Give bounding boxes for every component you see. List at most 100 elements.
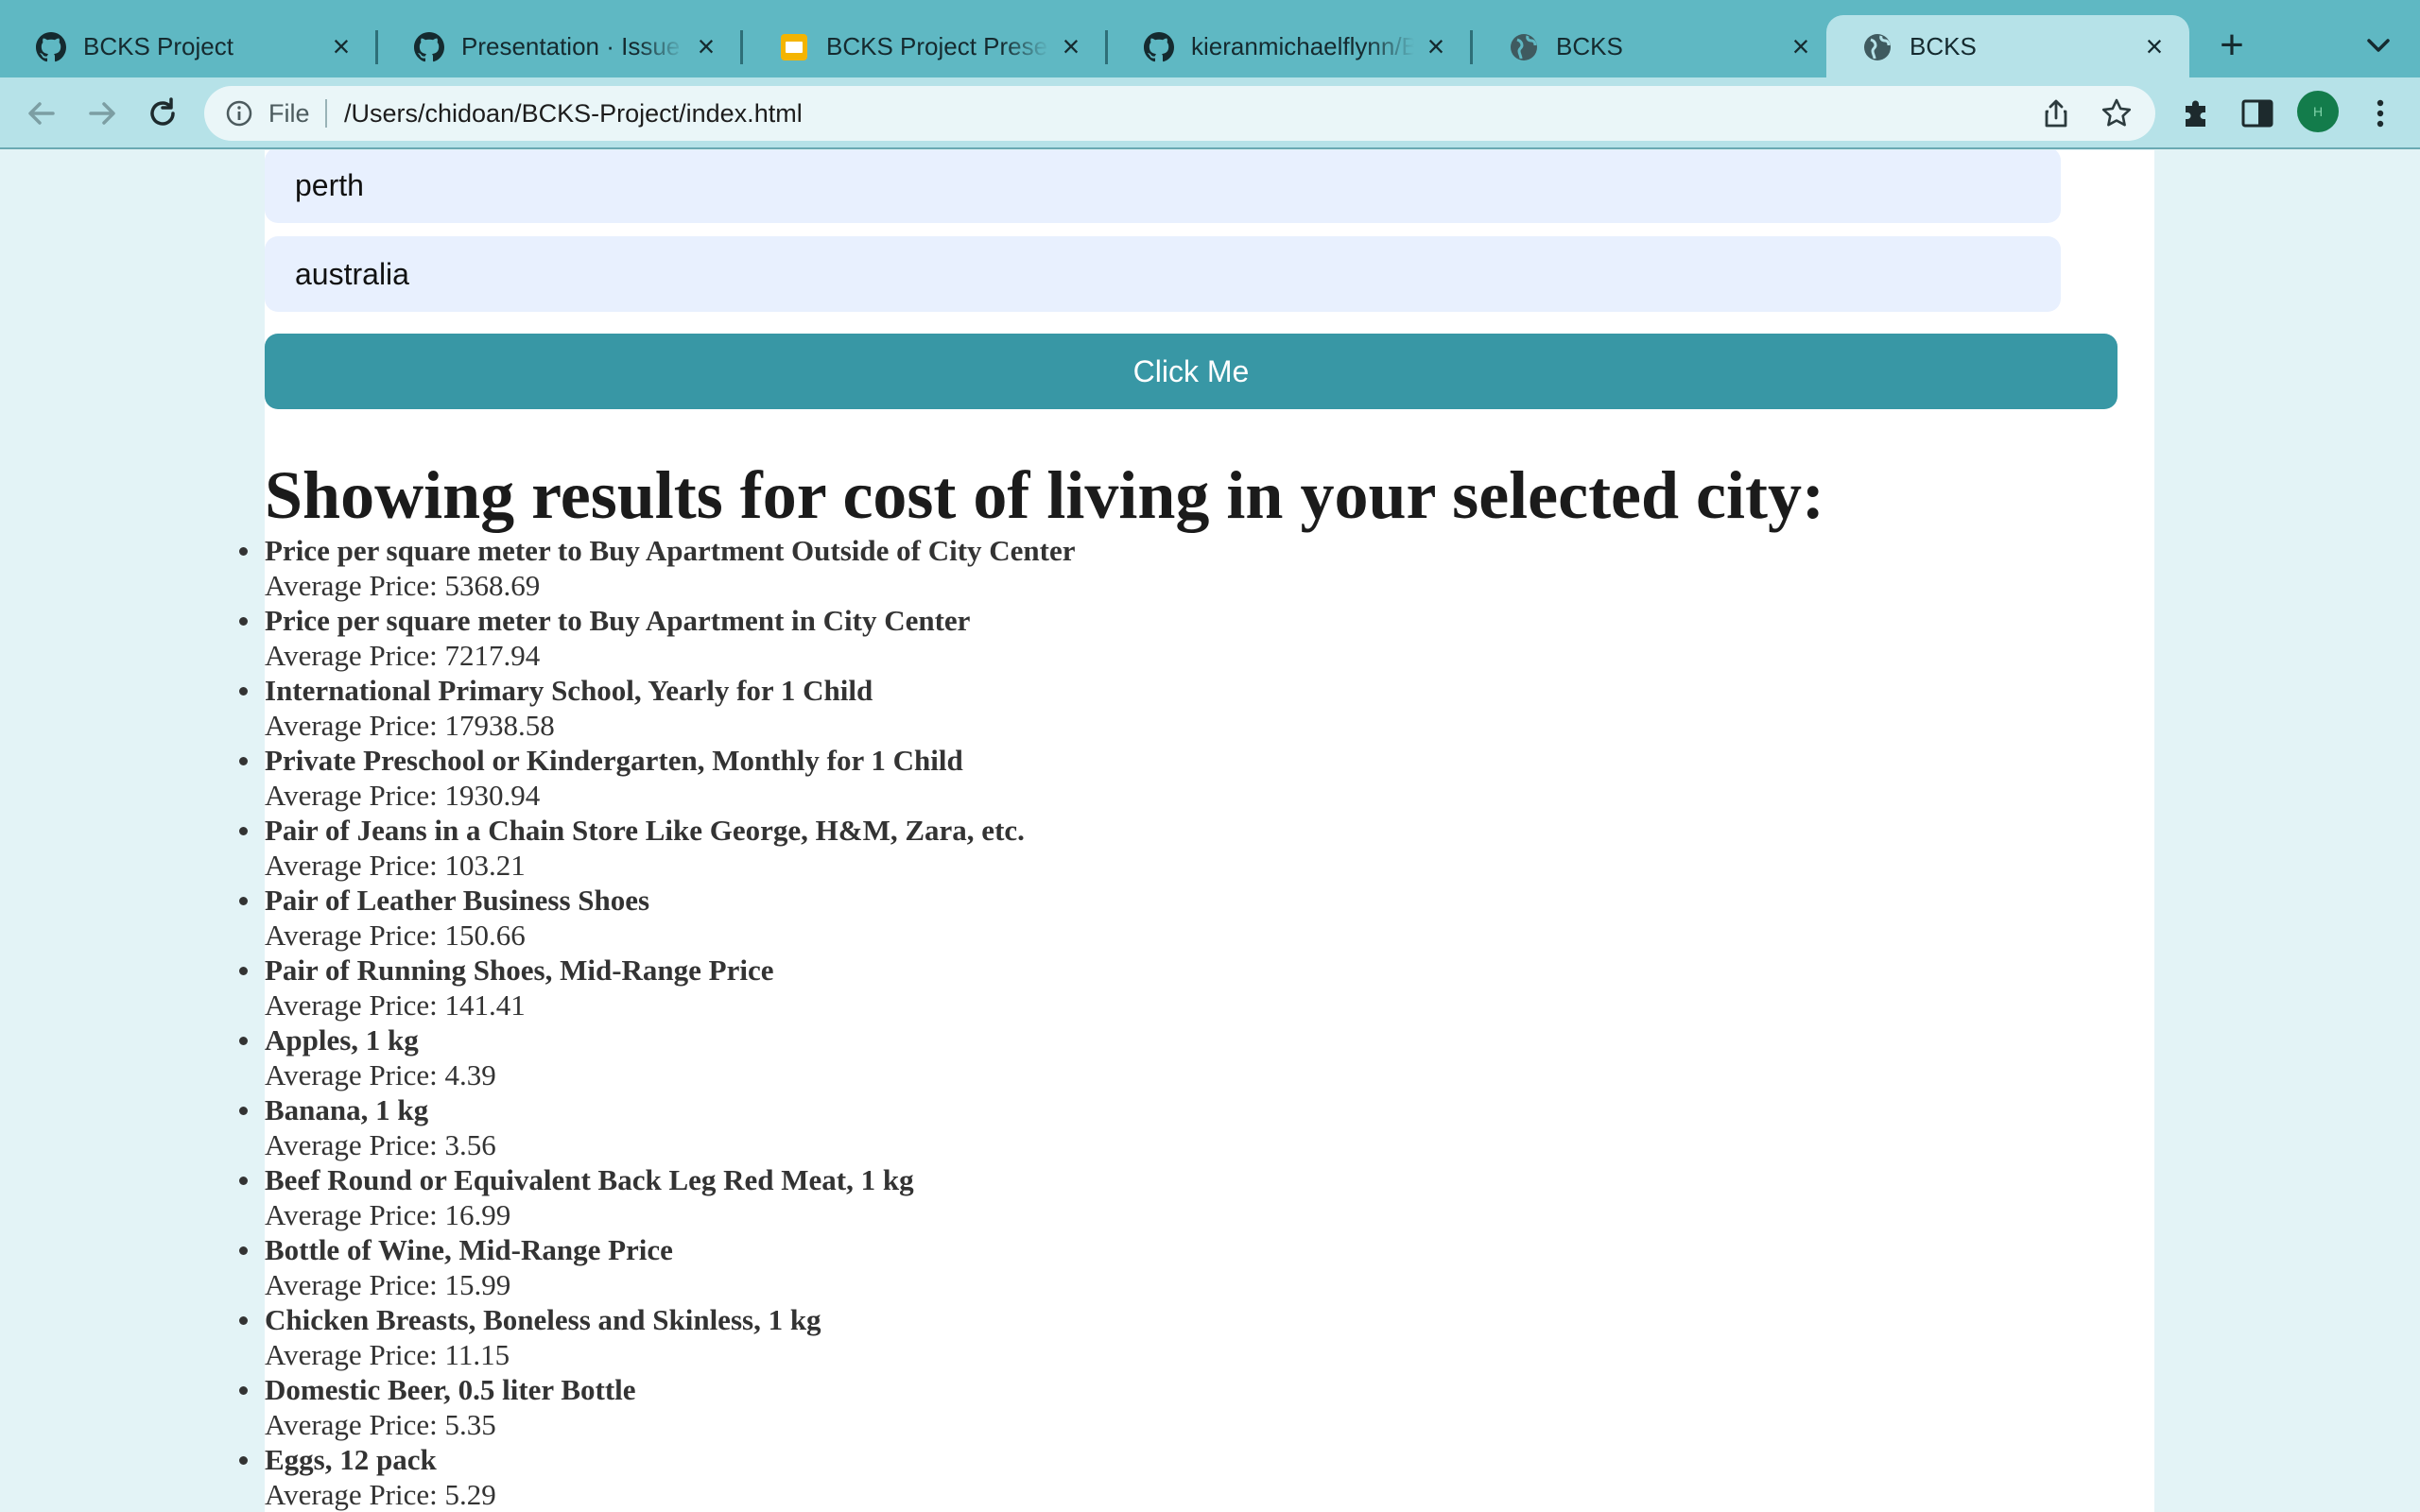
back-arrow-icon[interactable] bbox=[23, 94, 60, 132]
extensions-puzzle-icon[interactable] bbox=[2178, 94, 2216, 132]
tab-title: BCKS bbox=[1910, 32, 1977, 60]
item-price: Average Price: 11.15 bbox=[265, 1337, 1076, 1372]
close-icon[interactable]: × bbox=[1053, 28, 1089, 64]
tab-presentation-issue[interactable]: Presentation · Issue #3 × bbox=[378, 15, 743, 77]
country-input[interactable] bbox=[265, 236, 2061, 312]
new-tab-button[interactable]: + bbox=[2210, 25, 2254, 68]
close-icon[interactable]: × bbox=[688, 28, 724, 64]
reload-icon[interactable] bbox=[144, 94, 182, 132]
price-value: 150.66 bbox=[444, 919, 526, 952]
chevron-down-icon[interactable] bbox=[2360, 26, 2397, 64]
price-value: 16.99 bbox=[444, 1198, 511, 1231]
item-name: Banana, 1 kg bbox=[265, 1093, 429, 1126]
more-menu-icon[interactable] bbox=[2361, 94, 2399, 132]
address-divider bbox=[325, 99, 327, 128]
profile-avatar[interactable]: H bbox=[2297, 91, 2339, 132]
page-viewport: Click Me Showing results for cost of liv… bbox=[0, 150, 2420, 1512]
tab-bcks-project[interactable]: BCKS Project × bbox=[0, 15, 378, 77]
price-value: 103.21 bbox=[444, 849, 526, 882]
tab-title-fade bbox=[1002, 15, 1049, 77]
item-price: Average Price: 1930.94 bbox=[265, 778, 1076, 813]
price-prefix: Average Price: bbox=[265, 779, 438, 812]
close-icon[interactable]: × bbox=[323, 28, 359, 64]
bookmark-star-icon[interactable] bbox=[2100, 97, 2133, 129]
price-prefix: Average Price: bbox=[265, 569, 438, 602]
github-icon bbox=[1144, 32, 1174, 62]
address-scheme-label: File bbox=[268, 99, 310, 128]
item-name: Eggs, 12 pack bbox=[265, 1443, 437, 1476]
item-name: Bottle of Wine, Mid-Range Price bbox=[265, 1233, 673, 1266]
tab-kieranmichaelflynn[interactable]: kieranmichaelflynn/BC × bbox=[1108, 15, 1473, 77]
price-value: 7217.94 bbox=[444, 639, 541, 672]
item-name: Pair of Running Shoes, Mid-Range Price bbox=[265, 954, 774, 987]
item-price: Average Price: 4.39 bbox=[265, 1057, 1076, 1092]
result-item: Private Preschool or Kindergarten, Month… bbox=[239, 743, 1076, 813]
close-icon[interactable]: × bbox=[2136, 28, 2172, 64]
price-prefix: Average Price: bbox=[265, 1338, 438, 1371]
price-prefix: Average Price: bbox=[265, 849, 438, 882]
tab-title-fade bbox=[1367, 15, 1414, 77]
item-name: Pair of Leather Business Shoes bbox=[265, 884, 650, 917]
price-value: 3.56 bbox=[444, 1128, 496, 1161]
price-prefix: Average Price: bbox=[265, 1478, 438, 1511]
result-item: Beef Round or Equivalent Back Leg Red Me… bbox=[239, 1162, 1076, 1232]
price-prefix: Average Price: bbox=[265, 1198, 438, 1231]
result-item: Price per square meter to Buy Apartment … bbox=[239, 533, 1076, 603]
tab-strip: BCKS Project × Presentation · Issue #3 ×… bbox=[0, 0, 2420, 77]
item-price: Average Price: 3.56 bbox=[265, 1127, 1076, 1162]
item-name: Chicken Breasts, Boneless and Skinless, … bbox=[265, 1303, 821, 1336]
item-price: Average Price: 15.99 bbox=[265, 1267, 1076, 1302]
side-panel-icon[interactable] bbox=[2238, 94, 2276, 132]
item-price: Average Price: 141.41 bbox=[265, 988, 1076, 1022]
github-icon bbox=[414, 32, 444, 62]
github-icon bbox=[36, 32, 66, 62]
globe-icon bbox=[1511, 34, 1537, 60]
price-value: 17938.58 bbox=[444, 709, 555, 742]
price-value: 5368.69 bbox=[444, 569, 541, 602]
price-prefix: Average Price: bbox=[265, 1058, 438, 1091]
close-icon[interactable]: × bbox=[1418, 28, 1454, 64]
tab-bcks[interactable]: BCKS × bbox=[1473, 15, 1836, 77]
price-value: 1930.94 bbox=[444, 779, 541, 812]
item-name: Price per square meter to Buy Apartment … bbox=[265, 604, 971, 637]
results-list: Price per square meter to Buy Apartment … bbox=[239, 533, 1076, 1512]
item-name: Domestic Beer, 0.5 liter Bottle bbox=[265, 1373, 636, 1406]
results-heading: Showing results for cost of living in yo… bbox=[265, 457, 1824, 533]
price-value: 5.29 bbox=[444, 1478, 496, 1511]
share-icon[interactable] bbox=[2040, 97, 2072, 129]
item-price: Average Price: 7217.94 bbox=[265, 638, 1076, 673]
item-name: Price per square meter to Buy Apartment … bbox=[265, 534, 1076, 567]
price-prefix: Average Price: bbox=[265, 639, 438, 672]
item-price: Average Price: 17938.58 bbox=[265, 708, 1076, 743]
price-value: 5.35 bbox=[444, 1408, 496, 1441]
tab-bcks-presentation[interactable]: BCKS Project Presenta × bbox=[743, 15, 1108, 77]
price-prefix: Average Price: bbox=[265, 1128, 438, 1161]
tab-title: BCKS bbox=[1556, 32, 1623, 60]
item-name: Pair of Jeans in a Chain Store Like Geor… bbox=[265, 814, 1025, 847]
price-prefix: Average Price: bbox=[265, 919, 438, 952]
result-item: Apples, 1 kg Average Price: 4.39 bbox=[239, 1022, 1076, 1092]
result-item: Pair of Running Shoes, Mid-Range Price Av… bbox=[239, 953, 1076, 1022]
result-item: Bottle of Wine, Mid-Range Price Average P… bbox=[239, 1232, 1076, 1302]
item-name: Apples, 1 kg bbox=[265, 1023, 419, 1057]
result-item: Pair of Leather Business Shoes Average Pr… bbox=[239, 883, 1076, 953]
tab-title: BCKS Project bbox=[83, 32, 233, 60]
result-item: Chicken Breasts, Boneless and Skinless, … bbox=[239, 1302, 1076, 1372]
price-prefix: Average Price: bbox=[265, 1408, 438, 1441]
item-price: Average Price: 103.21 bbox=[265, 848, 1076, 883]
item-price: Average Price: 150.66 bbox=[265, 918, 1076, 953]
forward-arrow-icon[interactable] bbox=[83, 94, 121, 132]
click-me-button[interactable]: Click Me bbox=[265, 334, 2118, 409]
item-price: Average Price: 5.35 bbox=[265, 1407, 1076, 1442]
price-value: 141.41 bbox=[444, 988, 526, 1022]
result-item: Eggs, 12 pack Average Price: 5.29 bbox=[239, 1442, 1076, 1512]
address-bar[interactable]: File /Users/chidoan/BCKS-Project/index.h… bbox=[204, 86, 2155, 141]
address-url[interactable]: /Users/chidoan/BCKS-Project/index.html bbox=[344, 86, 803, 141]
price-prefix: Average Price: bbox=[265, 709, 438, 742]
info-icon[interactable] bbox=[225, 99, 253, 128]
price-value: 4.39 bbox=[444, 1058, 496, 1091]
close-icon[interactable]: × bbox=[1783, 28, 1819, 64]
tab-bcks-active[interactable]: BCKS × bbox=[1826, 15, 2189, 77]
city-input[interactable] bbox=[265, 150, 2061, 223]
item-name: International Primary School, Yearly for… bbox=[265, 674, 873, 707]
